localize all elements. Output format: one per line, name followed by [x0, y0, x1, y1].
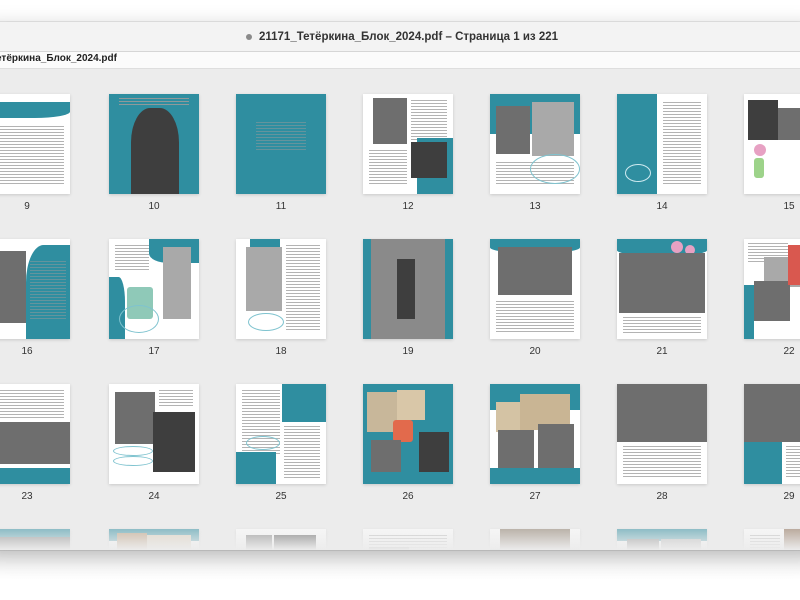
page-thumbnail[interactable] — [744, 94, 800, 194]
page-thumbnail[interactable] — [744, 239, 800, 339]
preview-window: 21171_Тетёркина_Блок_2024.pdf – Страница… — [0, 22, 800, 550]
page-number: 17 — [148, 346, 160, 357]
page-number: 13 — [529, 201, 541, 212]
page-number: 10 — [148, 201, 160, 212]
page-number: 28 — [656, 491, 668, 502]
page-number: 22 — [783, 346, 795, 357]
page-thumbnail[interactable] — [617, 239, 707, 339]
page-thumbnail[interactable] — [236, 384, 326, 484]
page-thumbnail[interactable] — [0, 94, 70, 194]
page-thumbnail[interactable] — [490, 384, 580, 484]
page-thumbnail[interactable] — [490, 94, 580, 194]
page-number: 20 — [529, 346, 541, 357]
document-icon — [245, 33, 252, 40]
page-number: 26 — [402, 491, 414, 502]
page-number: 29 — [783, 491, 795, 502]
page-number: 14 — [656, 201, 668, 212]
page-thumbnail[interactable] — [109, 94, 199, 194]
window-title: 21171_Тетёркина_Блок_2024.pdf – Страница… — [258, 30, 559, 43]
tab-bar: етёркина_Блок_2024.pdf — [0, 52, 800, 69]
page-thumbnail[interactable] — [236, 94, 326, 194]
page-number: 21 — [656, 346, 668, 357]
scroll-fade — [0, 508, 800, 550]
page-number: 27 — [529, 491, 541, 502]
page-thumbnail[interactable] — [744, 384, 800, 484]
page-thumbnail[interactable] — [109, 384, 199, 484]
page-thumbnail[interactable] — [236, 239, 326, 339]
page-number: 16 — [21, 346, 33, 357]
document-tab[interactable]: етёркина_Блок_2024.pdf — [0, 53, 117, 64]
page-thumbnail[interactable] — [0, 239, 70, 339]
page-thumbnail[interactable] — [363, 239, 453, 339]
page-thumbnail[interactable] — [109, 239, 199, 339]
title-bar[interactable]: 21171_Тетёркина_Блок_2024.pdf – Страница… — [0, 22, 800, 52]
page-number: 19 — [402, 346, 414, 357]
page-thumbnail[interactable] — [617, 384, 707, 484]
page-thumbnail[interactable] — [490, 239, 580, 339]
page-thumbnail[interactable] — [617, 94, 707, 194]
page-number: 9 — [24, 201, 30, 212]
page-thumbnail[interactable] — [363, 94, 453, 194]
page-number: 18 — [275, 346, 287, 357]
window-shadow — [0, 550, 800, 580]
page-number: 11 — [275, 201, 287, 212]
page-thumbnail[interactable] — [363, 384, 453, 484]
page-thumbnail[interactable] — [0, 384, 70, 484]
page-number: 25 — [275, 491, 287, 502]
page-number: 24 — [148, 491, 160, 502]
thumbnail-grid[interactable]: 9 10 11 12 13 14 15 16 17 18 19 20 21 22… — [0, 69, 800, 550]
page-number: 15 — [783, 201, 795, 212]
page-number: 23 — [21, 491, 33, 502]
page-number: 12 — [402, 201, 414, 212]
